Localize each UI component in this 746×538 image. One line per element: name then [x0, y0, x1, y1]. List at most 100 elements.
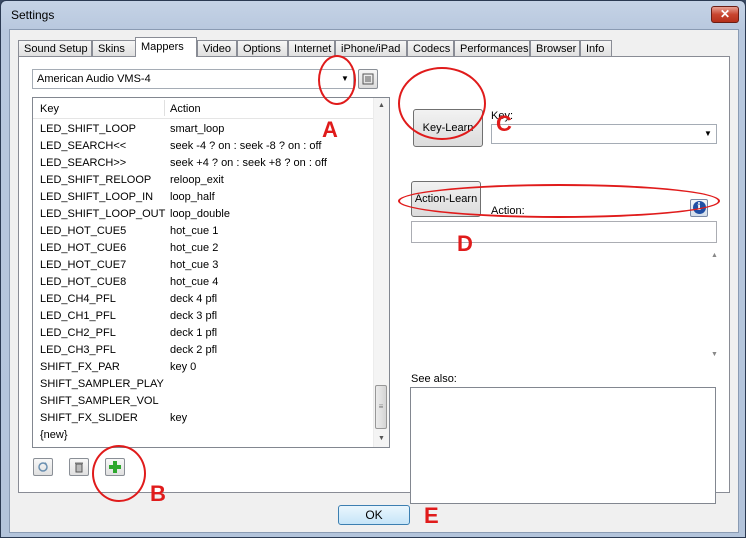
table-row[interactable]: LED_CH3_PFL deck 2 pfl — [33, 342, 373, 359]
list-rows: LED_SHIFT_LOOP smart_loop LED_SEARCH<< seek… — [33, 121, 373, 444]
table-row[interactable]: LED_SEARCH>> seek +4 ? on : seek +8 ? on … — [33, 155, 373, 172]
scroll-down-icon[interactable]: ▼ — [374, 431, 389, 447]
table-row[interactable]: LED_HOT_CUE8 hot_cue 4 — [33, 274, 373, 291]
row-action: hot_cue 2 — [170, 242, 219, 254]
row-key: LED_HOT_CUE5 — [40, 225, 127, 237]
mapping-list[interactable]: Key Action LED_SHIFT_LOOP smart_loop LED_S… — [32, 97, 390, 448]
row-action: key — [170, 412, 188, 424]
table-row[interactable]: SHIFT_SAMPLER_VOL — [33, 393, 373, 410]
annotation-circle-b — [92, 445, 146, 502]
row-key: SHIFT_SAMPLER_PLAY — [40, 378, 164, 390]
action-scrollbar[interactable]: ▲ ▼ — [709, 250, 723, 360]
annotation-label-d: D — [457, 231, 473, 256]
row-action: deck 1 pfl — [170, 327, 218, 339]
tab-browser[interactable]: Browser — [530, 40, 580, 56]
row-key: LED_SHIFT_LOOP_IN — [40, 191, 154, 203]
row-action: hot_cue 4 — [170, 276, 219, 288]
table-row[interactable]: SHIFT_FX_PAR key 0 — [33, 359, 373, 376]
list-icon — [362, 73, 374, 85]
chevron-down-icon[interactable]: ▼ — [700, 125, 716, 143]
annotation-circle-c — [398, 67, 486, 140]
table-row[interactable]: LED_HOT_CUE6 hot_cue 2 — [33, 240, 373, 257]
close-button[interactable]: ✕ — [711, 6, 739, 23]
table-row[interactable]: LED_SHIFT_LOOP_IN loop_half — [33, 189, 373, 206]
row-key: LED_SHIFT_LOOP_OUT — [40, 208, 166, 220]
row-key: LED_CH4_PFL — [40, 293, 116, 305]
scrollbar-thumb[interactable]: ≡ — [375, 385, 387, 429]
row-key: LED_CH1_PFL — [40, 310, 116, 322]
key-select[interactable]: ▼ — [491, 124, 717, 144]
row-key: LED_SHIFT_LOOP — [40, 123, 136, 135]
close-icon: ✕ — [719, 7, 731, 21]
table-row[interactable]: LED_CH1_PFL deck 3 pfl — [33, 308, 373, 325]
table-row[interactable]: LED_CH4_PFL deck 4 pfl — [33, 291, 373, 308]
tab-sound-setup[interactable]: Sound Setup — [18, 40, 92, 56]
scroll-up-icon[interactable]: ▲ — [374, 98, 389, 114]
delete-button[interactable] — [69, 458, 89, 476]
table-row[interactable]: LED_HOT_CUE5 hot_cue 1 — [33, 223, 373, 240]
column-divider[interactable] — [164, 100, 165, 116]
row-key: LED_CH3_PFL — [40, 344, 116, 356]
row-key: {new} — [40, 429, 68, 441]
tab-skins[interactable]: Skins — [92, 40, 136, 56]
see-also-box[interactable] — [410, 387, 716, 504]
row-key: LED_HOT_CUE8 — [40, 276, 127, 288]
table-row[interactable]: SHIFT_FX_SLIDER key — [33, 410, 373, 427]
row-action: smart_loop — [170, 123, 225, 135]
table-row[interactable]: {new} — [33, 427, 373, 444]
row-action: hot_cue 1 — [170, 225, 219, 237]
table-row[interactable]: SHIFT_SAMPLER_PLAY — [33, 376, 373, 393]
row-action: key 0 — [170, 361, 197, 373]
ok-button[interactable]: OK — [338, 505, 410, 525]
scroll-up-icon[interactable]: ▲ — [711, 252, 718, 259]
refresh-button[interactable] — [33, 458, 53, 476]
row-key: LED_SEARCH<< — [40, 140, 127, 152]
table-row[interactable]: LED_SHIFT_RELOOP reloop_exit — [33, 172, 373, 189]
table-row[interactable]: LED_SHIFT_LOOP_OUT loop_double — [33, 206, 373, 223]
tab-mappers[interactable]: Mappers — [135, 37, 197, 57]
row-action: seek -4 ? on : seek -8 ? on : off — [170, 140, 322, 152]
annotation-label-a: A — [322, 117, 338, 142]
trash-icon — [75, 462, 83, 473]
list-scrollbar[interactable]: ▲ ≡ ▼ — [373, 98, 389, 447]
row-action: deck 4 pfl — [170, 293, 218, 305]
row-key: LED_HOT_CUE7 — [40, 259, 127, 271]
tab-internet[interactable]: Internet — [288, 40, 335, 56]
annotation-ellipse-d — [398, 184, 720, 218]
column-header-action[interactable]: Action — [170, 103, 201, 115]
see-also-label: See also: — [411, 373, 457, 385]
tab-video[interactable]: Video — [197, 40, 237, 56]
column-header-key[interactable]: Key — [40, 103, 59, 115]
annotation-label-c: C — [496, 111, 512, 136]
row-action: deck 2 pfl — [170, 344, 218, 356]
row-key: LED_SEARCH>> — [40, 157, 127, 169]
row-action: reloop_exit — [170, 174, 224, 186]
row-action: loop_half — [170, 191, 215, 203]
title-bar[interactable]: Settings ✕ — [1, 1, 745, 29]
device-select[interactable]: American Audio VMS-4 ▼ — [32, 69, 354, 89]
annotation-label-b: B — [150, 481, 166, 506]
row-action: loop_double — [170, 208, 230, 220]
table-row[interactable]: LED_HOT_CUE7 hot_cue 3 — [33, 257, 373, 274]
device-select-value: American Audio VMS-4 — [37, 73, 151, 85]
table-row[interactable]: LED_CH2_PFL deck 1 pfl — [33, 325, 373, 342]
mapper-options-button[interactable] — [358, 69, 378, 89]
row-key: SHIFT_FX_PAR — [40, 361, 120, 373]
row-key: LED_CH2_PFL — [40, 327, 116, 339]
tab-iphone-ipad[interactable]: iPhone/iPad — [335, 40, 407, 56]
tab-options[interactable]: Options — [237, 40, 288, 56]
window-title: Settings — [11, 8, 55, 22]
row-key: SHIFT_FX_SLIDER — [40, 412, 138, 424]
refresh-icon — [38, 462, 48, 472]
row-key: LED_SHIFT_RELOOP — [40, 174, 152, 186]
row-key: SHIFT_SAMPLER_VOL — [40, 395, 159, 407]
annotation-circle-a — [318, 55, 356, 105]
row-action: hot_cue 3 — [170, 259, 219, 271]
row-action: deck 3 pfl — [170, 310, 218, 322]
mappers-panel: American Audio VMS-4 ▼ Key Action LED_SH… — [18, 56, 730, 504]
tab-info[interactable]: Info — [580, 40, 612, 56]
scroll-down-icon[interactable]: ▼ — [711, 351, 718, 358]
tab-performances[interactable]: Performances — [454, 40, 530, 56]
list-header: Key Action — [33, 98, 373, 119]
tab-codecs[interactable]: Codecs — [407, 40, 454, 56]
